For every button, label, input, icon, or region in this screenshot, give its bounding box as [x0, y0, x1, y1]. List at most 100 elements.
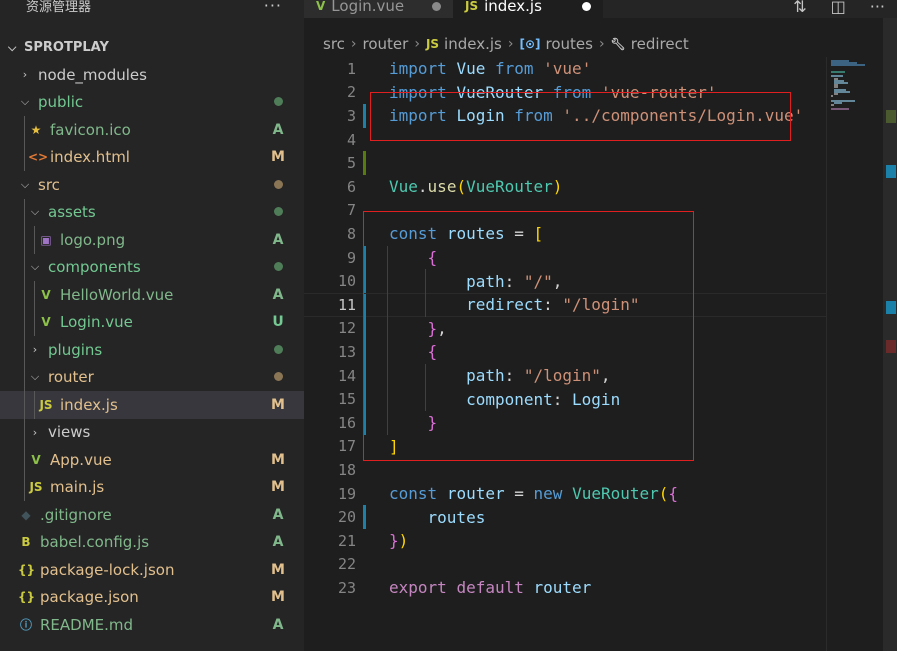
tree-file[interactable]: ⓘ README.md A [0, 611, 304, 639]
tree-item-label: App.vue [50, 450, 112, 469]
tree-file[interactable]: JS index.js M [0, 391, 304, 419]
tab-index-js[interactable]: JS index.js [453, 0, 603, 18]
code-text: import Vue from 'vue' [389, 59, 591, 78]
tree-file[interactable]: ★ favicon.ico A [0, 116, 304, 144]
indent-guide [24, 226, 25, 254]
tree-file[interactable]: V HelloWorld.vue A [0, 281, 304, 309]
git-status-badge: M [271, 451, 285, 468]
indent-guide [24, 281, 25, 309]
git-gutter-marker [363, 505, 366, 529]
code-line[interactable]: 6 Vue.use(VueRouter) [304, 175, 826, 199]
code-token: VueRouter [466, 177, 553, 197]
code-line[interactable]: 20 routes [304, 505, 826, 529]
tree-file[interactable]: <> index.html M [0, 143, 304, 171]
variable-icon: [⊙] [519, 36, 541, 51]
line-number: 14 [337, 366, 356, 385]
git-status-badge: A [272, 286, 284, 303]
project-root[interactable]: ⌵ SPROTPLAY [0, 34, 304, 61]
tree-item-label: main.js [50, 478, 105, 497]
tree-item-label: plugins [48, 340, 103, 359]
tree-folder[interactable]: ⌵ src [0, 171, 304, 199]
git-status-indicator [258, 342, 298, 358]
breadcrumb-router[interactable]: router [363, 35, 409, 53]
explorer-more-icon[interactable]: ··· [264, 0, 282, 15]
tree-item-label: babel.config.js [40, 533, 150, 552]
indent-guide [24, 253, 25, 281]
file-type-icon: JS [29, 480, 43, 495]
tree-folder[interactable]: › plugins [0, 336, 304, 364]
code-token: . [417, 177, 428, 197]
code-line[interactable]: 21}) [304, 529, 826, 553]
breadcrumb-routes[interactable]: routes [545, 35, 592, 53]
code-line[interactable]: 5 [304, 151, 826, 175]
scroll-marker [886, 340, 896, 353]
tree-folder[interactable]: ⌵ components [0, 253, 304, 281]
tree-file[interactable]: JS main.js M [0, 473, 304, 501]
indent-guide [24, 446, 25, 474]
tree-file[interactable]: Bbabel.config.js A [0, 529, 304, 557]
breadcrumb-index-js[interactable]: index.js [444, 35, 502, 53]
vertical-scrollbar[interactable] [883, 18, 897, 651]
js-file-icon: JS [425, 36, 440, 51]
tree-folder[interactable]: ⌵ assets [0, 198, 304, 226]
explorer-header: 资源管理器 ··· [0, 0, 304, 15]
code-token: ) [552, 177, 563, 197]
git-status-badge: M [271, 149, 285, 166]
code-line[interactable]: 22 [304, 553, 826, 577]
breadcrumb-src[interactable]: src [323, 35, 345, 53]
code-line[interactable]: 19 const router = new VueRouter({ [304, 482, 826, 506]
minimap[interactable] [826, 57, 883, 651]
breadcrumb-redirect[interactable]: redirect [631, 35, 689, 53]
code-line[interactable]: 1 import Vue from 'vue' [304, 57, 826, 81]
minimap-line [831, 108, 849, 111]
tree-file[interactable]: {} package.json M [0, 584, 304, 612]
git-changes-dot-icon [273, 97, 283, 107]
chevron-right-icon: › [32, 343, 38, 357]
indent-guide [24, 473, 25, 501]
file-type-icon: {} [18, 590, 36, 605]
tree-folder[interactable]: › node_modules [0, 61, 304, 89]
minimap-line [831, 104, 834, 106]
highlight-box-routes [363, 211, 694, 461]
unsaved-dot-icon[interactable] [582, 1, 591, 11]
chevron-down-icon: ⌵ [8, 40, 17, 54]
code-line[interactable]: 18 [304, 458, 826, 482]
tree-folder[interactable]: › views [0, 418, 304, 446]
code-token: router [533, 578, 592, 598]
git-status-badge: A [272, 534, 284, 551]
code-line[interactable]: 23 export default router [304, 576, 826, 600]
line-number: 13 [337, 342, 356, 361]
tree-file[interactable]: {} package-lock.json M [0, 556, 304, 584]
tree-item-label: views [48, 423, 91, 442]
more-actions-icon[interactable]: ··· [870, 0, 885, 16]
line-number: 5 [346, 154, 356, 173]
git-changes-dot-icon [273, 372, 283, 382]
tab-login-vue[interactable]: V Login.vue [304, 0, 453, 18]
scroll-marker [886, 301, 896, 314]
line-number: 3 [346, 106, 356, 125]
split-editor-icon[interactable]: ◫ [831, 0, 846, 16]
compare-changes-icon[interactable]: ⇅ [793, 0, 806, 16]
indent-guide [34, 391, 35, 419]
tree-folder[interactable]: ⌵ public [0, 89, 304, 117]
tree-file[interactable]: ▣ logo.png A [0, 226, 304, 254]
line-number: 16 [337, 413, 356, 432]
tree-item-label: public [38, 93, 84, 112]
tree-folder[interactable]: ⌵ router [0, 363, 304, 391]
line-number: 2 [346, 83, 356, 102]
tree-file[interactable]: ◆ .gitignore A [0, 501, 304, 529]
file-type-icon: JS [39, 397, 53, 412]
minimap-line [831, 95, 833, 98]
tree-item-label: favicon.ico [50, 120, 131, 139]
indent-guide [24, 143, 25, 171]
minimap-line [834, 93, 838, 95]
file-type-icon: ⓘ [19, 618, 32, 633]
line-number: 12 [337, 319, 356, 338]
line-number: 20 [337, 508, 356, 527]
unsaved-dot-icon[interactable] [432, 1, 441, 11]
tree-file[interactable]: V App.vue M [0, 446, 304, 474]
tree-file[interactable]: V Login.vue U [0, 308, 304, 336]
code-text: }) [389, 531, 408, 550]
